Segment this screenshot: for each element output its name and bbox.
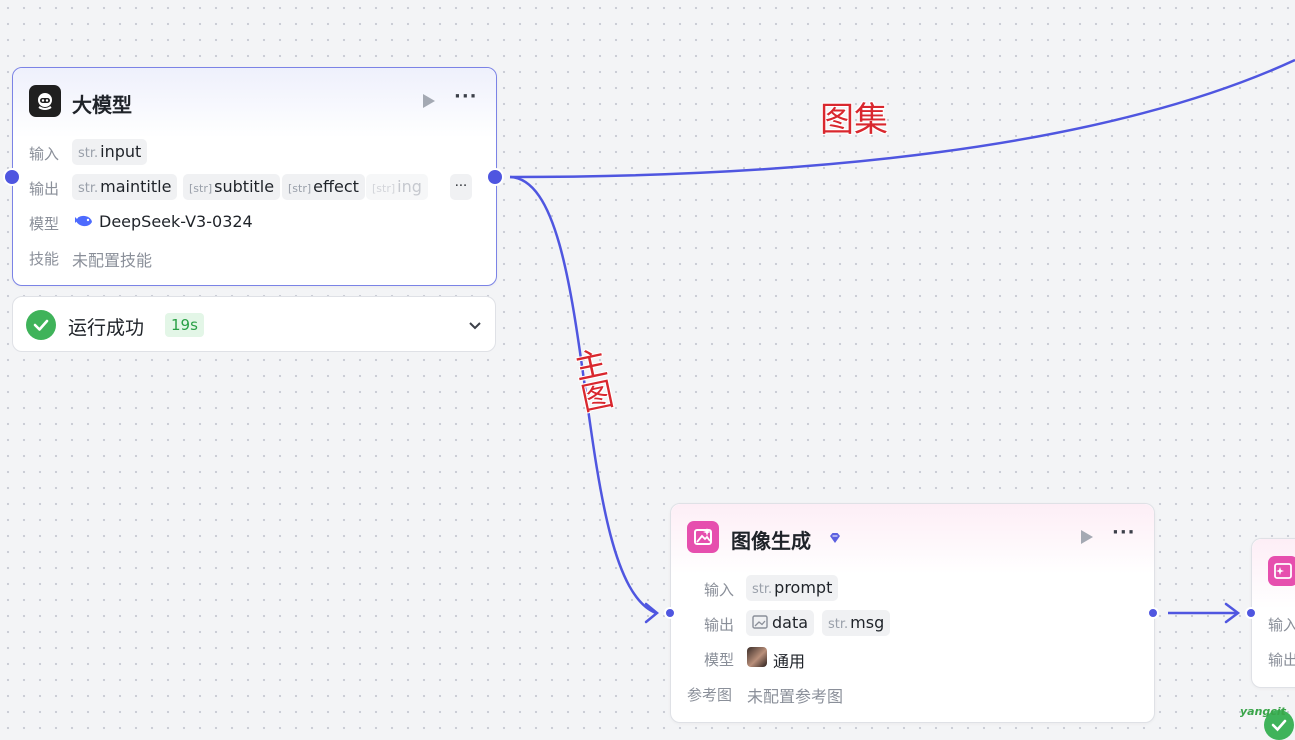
image-generate-icon [687, 521, 719, 553]
run-status-text: 运行成功 [68, 317, 145, 339]
output-param-tag: str. msg [822, 610, 891, 636]
run-status-card[interactable]: 运行成功 19s [12, 296, 496, 352]
output-label: 输出 [29, 180, 60, 198]
llm-input-port[interactable] [3, 168, 21, 186]
more-outputs-button[interactable]: ··· [450, 174, 472, 200]
model-label: 模型 [704, 651, 735, 669]
edge-llm-to-gallery[interactable] [509, 58, 1295, 179]
image-gen-input-port[interactable] [664, 607, 676, 619]
run-node-play-icon[interactable] [1081, 530, 1093, 544]
llm-node-title: 大模型 [72, 93, 132, 117]
edge-label-gallery: 图集 [820, 100, 888, 140]
output-param-tag: [str] effect [282, 174, 365, 200]
edge-label-main-image: 主图 [566, 344, 618, 416]
model-avatar [747, 647, 767, 667]
image-gen-node[interactable]: 图像生成 ··· 输入 str. prompt 输出 data str. msg 模… [670, 503, 1155, 723]
input-label: 输入 [704, 581, 735, 599]
more-options-icon[interactable]: ··· [454, 86, 478, 107]
output-label: 输出 [1268, 651, 1295, 669]
edge-arrow-next [1224, 602, 1241, 624]
run-node-play-icon[interactable] [423, 94, 435, 108]
model-value: DeepSeek-V3-0324 [99, 212, 253, 231]
image-type-icon [752, 611, 768, 637]
image-gen-output-port[interactable] [1147, 607, 1159, 619]
chevron-down-icon[interactable] [467, 317, 483, 337]
output-param-tag: [str] ing [366, 174, 428, 200]
output-param-tag: [str] subtitle [183, 174, 281, 200]
image-gen-node-title: 图像生成 [731, 529, 811, 553]
watermark-text: yangcit [1240, 705, 1286, 718]
input-label: 输入 [1268, 616, 1295, 634]
input-param-tag: str. prompt [746, 575, 839, 601]
run-duration-badge: 19s [165, 313, 204, 337]
deepseek-whale-icon [74, 213, 94, 233]
output-param-tag: data [746, 610, 815, 637]
reference-image-value: 未配置参考图 [747, 687, 844, 706]
more-options-icon[interactable]: ··· [1112, 522, 1136, 543]
magic-image-icon [1268, 556, 1295, 586]
llm-output-port[interactable] [486, 168, 504, 186]
success-check-icon [26, 310, 56, 340]
llm-node[interactable]: 大模型 ··· 输入 str. input 输出 str. maintitle [s… [12, 67, 497, 286]
next-node-input-port[interactable] [1245, 607, 1257, 619]
model-value: 通用 [773, 652, 806, 671]
model-label: 模型 [29, 215, 60, 233]
input-param-tag: str. input [72, 139, 148, 165]
partial-next-node[interactable]: 输入 输出 [1251, 538, 1295, 688]
reference-image-label: 参考图 [687, 686, 733, 704]
skill-label: 技能 [29, 250, 60, 268]
output-param-tag: str. maintitle [72, 174, 178, 200]
output-label: 输出 [704, 616, 735, 634]
edge-arrow-image [644, 602, 659, 624]
skill-value: 未配置技能 [72, 251, 153, 270]
premium-diamond-icon [828, 530, 842, 549]
input-label: 输入 [29, 145, 60, 163]
llm-robot-icon [29, 85, 61, 117]
